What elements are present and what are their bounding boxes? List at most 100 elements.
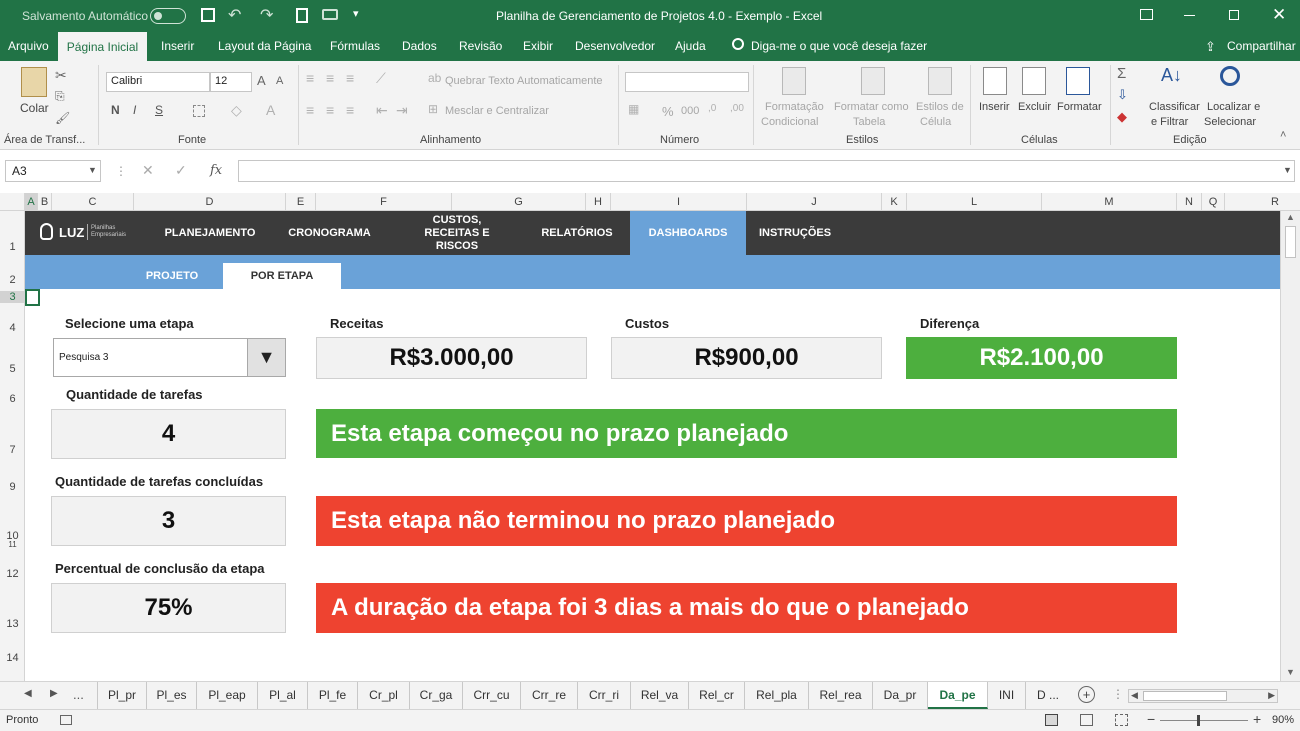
print-preview-icon[interactable] bbox=[296, 8, 308, 23]
number-format-select[interactable] bbox=[625, 72, 749, 92]
clear-icon[interactable]: ◆ bbox=[1117, 109, 1127, 125]
paste-button[interactable]: Colar bbox=[20, 101, 49, 115]
autosum-icon[interactable]: Σ bbox=[1117, 65, 1126, 82]
sheet-tab[interactable]: D ... bbox=[1026, 682, 1070, 709]
column-header[interactable]: J bbox=[747, 193, 882, 211]
column-header[interactable]: I bbox=[611, 193, 747, 211]
sheet-tab[interactable]: Crr_cu bbox=[463, 682, 521, 709]
share-button[interactable]: Compartilhar bbox=[1219, 32, 1300, 61]
format-cells-button[interactable]: Formatar bbox=[1057, 101, 1102, 113]
expand-formula-icon[interactable]: ▼ bbox=[1283, 165, 1292, 175]
sheet-tab[interactable]: Pl_eap bbox=[197, 682, 258, 709]
nav-instrucoes[interactable]: INSTRUÇÕES bbox=[755, 211, 835, 255]
name-box-dropdown-icon[interactable]: ▼ bbox=[88, 165, 97, 175]
orientation-icon[interactable]: ⟋ bbox=[376, 70, 386, 87]
row-header[interactable]: 5 bbox=[0, 363, 25, 375]
fill-color-icon[interactable]: ◇ bbox=[231, 102, 242, 119]
row-header[interactable]: 2 bbox=[0, 274, 25, 286]
scroll-thumb[interactable] bbox=[1285, 226, 1296, 258]
minimize-icon[interactable] bbox=[1184, 15, 1195, 16]
find-select-line2[interactable]: Selecionar bbox=[1204, 116, 1256, 128]
sheet-tab[interactable]: Pl_es bbox=[147, 682, 197, 709]
align-middle-icon[interactable]: ≡ bbox=[326, 70, 334, 86]
vertical-scrollbar[interactable]: ▲ ▼ bbox=[1280, 211, 1300, 681]
borders-icon[interactable] bbox=[193, 105, 205, 117]
insert-cells-button[interactable]: Inserir bbox=[979, 101, 1010, 113]
row-header[interactable]: 4 bbox=[0, 322, 25, 334]
align-left-icon[interactable]: ≡ bbox=[306, 102, 314, 118]
column-header[interactable]: N bbox=[1177, 193, 1202, 211]
formula-input[interactable] bbox=[238, 160, 1295, 182]
row-header[interactable]: 3 bbox=[0, 291, 25, 303]
font-color-icon[interactable]: A bbox=[266, 102, 275, 118]
grow-font-icon[interactable]: A bbox=[257, 73, 266, 88]
tab-inserir[interactable]: Inserir bbox=[153, 32, 202, 61]
tab-dados[interactable]: Dados bbox=[394, 32, 445, 61]
row-header[interactable]: 7 bbox=[0, 444, 25, 456]
insert-function-icon[interactable]: fx bbox=[210, 163, 222, 178]
tab-exibir[interactable]: Exibir bbox=[515, 32, 561, 61]
nav-dashboards[interactable]: DASHBOARDS bbox=[630, 211, 746, 255]
zoom-slider[interactable] bbox=[1160, 720, 1248, 721]
cut-icon[interactable]: ✂ bbox=[55, 67, 67, 84]
sheet-tab[interactable]: INI bbox=[988, 682, 1026, 709]
find-select-line1[interactable]: Localizar e bbox=[1207, 101, 1260, 113]
hscroll-right-icon[interactable]: ▶ bbox=[1268, 690, 1275, 701]
row-header[interactable]: 12 bbox=[0, 568, 25, 580]
sheet-tab[interactable]: Crr_re bbox=[521, 682, 578, 709]
tab-layout[interactable]: Layout da Página bbox=[210, 32, 319, 61]
row-header[interactable]: 1 bbox=[0, 241, 25, 253]
page-layout-icon[interactable] bbox=[1080, 714, 1093, 726]
row-header[interactable]: 11 bbox=[0, 540, 25, 549]
italic-button[interactable]: I bbox=[133, 103, 136, 117]
nav-relatorios[interactable]: RELATÓRIOS bbox=[531, 211, 623, 255]
column-header[interactable]: K bbox=[882, 193, 907, 211]
align-top-icon[interactable]: ≡ bbox=[306, 70, 314, 86]
add-sheet-icon[interactable]: + bbox=[1078, 686, 1095, 703]
column-header[interactable]: Q bbox=[1202, 193, 1225, 211]
page-break-icon[interactable] bbox=[1115, 714, 1128, 726]
subtab-por-etapa[interactable]: POR ETAPA bbox=[223, 263, 341, 289]
tab-ajuda[interactable]: Ajuda bbox=[667, 32, 714, 61]
subtab-projeto[interactable]: PROJETO bbox=[131, 263, 213, 289]
more-sheets-left[interactable]: ... bbox=[73, 687, 84, 702]
cell-styles-line2[interactable]: Célula bbox=[920, 116, 951, 128]
column-header[interactable]: B bbox=[38, 193, 52, 211]
column-header[interactable]: G bbox=[452, 193, 586, 211]
merge-center-button[interactable]: Mesclar e Centralizar bbox=[445, 105, 549, 117]
nav-cronograma[interactable]: CRONOGRAMA bbox=[277, 211, 382, 255]
sheet-tab[interactable]: Crr_ri bbox=[578, 682, 631, 709]
delete-cells-button[interactable]: Excluir bbox=[1018, 101, 1051, 113]
sheet-tab[interactable]: Rel_rea bbox=[809, 682, 873, 709]
zoom-level[interactable]: 90% bbox=[1272, 714, 1294, 726]
paste-icon[interactable] bbox=[21, 67, 47, 97]
sort-filter-line1[interactable]: Classificar bbox=[1149, 101, 1200, 113]
nav-custos-receitas-riscos[interactable]: CUSTOS, RECEITAS E RISCOS bbox=[395, 211, 519, 255]
tab-split-icon[interactable]: ⋮ bbox=[1112, 687, 1124, 701]
tab-revisao[interactable]: Revisão bbox=[451, 32, 510, 61]
align-bottom-icon[interactable]: ≡ bbox=[346, 70, 354, 86]
column-header[interactable]: H bbox=[586, 193, 611, 211]
active-cell-a3[interactable] bbox=[25, 289, 40, 306]
sheet-tab[interactable]: Da_pr bbox=[873, 682, 928, 709]
sheet-tab[interactable]: Cr_pl bbox=[358, 682, 410, 709]
sheet-tab[interactable]: Pl_fe bbox=[308, 682, 358, 709]
sheet-tab[interactable]: Rel_cr bbox=[689, 682, 745, 709]
scroll-down-icon[interactable]: ▼ bbox=[1286, 667, 1295, 677]
column-header[interactable]: R bbox=[1225, 193, 1285, 211]
fill-icon[interactable]: ⇩ bbox=[1117, 87, 1128, 103]
align-center-icon[interactable]: ≡ bbox=[326, 102, 334, 118]
column-header[interactable]: L bbox=[907, 193, 1042, 211]
sheet-tab-active[interactable]: Da_pe bbox=[928, 682, 988, 709]
thousands-button[interactable]: 000 bbox=[681, 105, 699, 117]
undo-icon[interactable]: ↶ bbox=[228, 5, 241, 25]
column-header[interactable]: M bbox=[1042, 193, 1177, 211]
tab-arquivo[interactable]: Arquivo bbox=[0, 32, 57, 61]
format-painter-icon[interactable]: 🖌 bbox=[55, 111, 70, 125]
zoom-in-icon[interactable]: + bbox=[1253, 711, 1261, 727]
customize-qat-icon[interactable]: ▾ bbox=[353, 7, 359, 20]
copy-icon[interactable]: ⎘ bbox=[55, 89, 65, 104]
normal-view-icon[interactable] bbox=[1045, 714, 1058, 726]
column-header[interactable]: C bbox=[52, 193, 134, 211]
font-name-select[interactable]: Calibri bbox=[106, 72, 210, 92]
